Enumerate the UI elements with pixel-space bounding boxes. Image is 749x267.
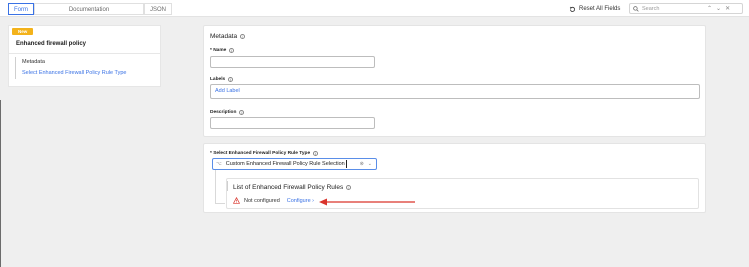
search-next-icon[interactable]: ⌄ xyxy=(716,5,721,12)
name-label-text: * Name xyxy=(210,48,227,53)
text-cursor xyxy=(345,160,347,168)
tree-connector xyxy=(215,170,216,204)
warning-icon xyxy=(233,197,240,204)
chevron-down-icon[interactable]: ⌄ xyxy=(368,161,372,167)
policy-title: Enhanced firewall policy xyxy=(16,41,87,47)
search-box: ⌃ ⌄ ✕ xyxy=(629,3,743,14)
rule-type-select[interactable]: ⌥ Custom Enhanced Firewall Policy Rule S… xyxy=(212,158,377,170)
configure-text: Configure xyxy=(286,197,311,204)
info-icon[interactable]: i xyxy=(228,77,234,82)
chevron-right-icon: › xyxy=(312,197,315,204)
configure-link[interactable]: Configure › xyxy=(287,198,314,204)
search-nav: ⌃ ⌄ ✕ xyxy=(707,5,730,12)
rule-type-selected: Custom Enhanced Firewall Policy Rule Sel… xyxy=(225,161,345,167)
reset-icon xyxy=(569,6,575,12)
sidebar-item-rule-type[interactable]: Select Enhanced Firewall Policy Rule Typ… xyxy=(22,68,126,79)
top-toolbar: Form Documentation JSON Reset All Fields… xyxy=(0,0,749,17)
name-field xyxy=(210,56,375,74)
metadata-title: Metadata i xyxy=(210,33,246,40)
add-label-field[interactable]: Add Label xyxy=(210,84,700,99)
sidebar-item-metadata[interactable]: Metadata xyxy=(22,57,126,68)
rule-type-label: * Select Enhanced Firewall Policy Rule T… xyxy=(210,151,319,156)
select-controls: ⊗ ⌄ xyxy=(360,161,376,167)
labels-label-text: Labels xyxy=(210,77,226,82)
annotation-arrow xyxy=(319,198,415,206)
rules-list-title-text: List of Enhanced Firewall Policy Rules xyxy=(233,184,344,191)
rules-list-title: List of Enhanced Firewall Policy Rules i xyxy=(233,184,352,191)
tab-form[interactable]: Form xyxy=(8,3,34,15)
info-icon[interactable]: i xyxy=(240,34,246,39)
search-close-icon[interactable]: ✕ xyxy=(725,5,730,12)
clear-icon[interactable]: ⊗ xyxy=(360,161,364,167)
info-icon[interactable]: i xyxy=(229,48,235,53)
search-input[interactable] xyxy=(642,5,702,12)
reset-all-fields-button[interactable]: Reset All Fields xyxy=(569,3,620,15)
config-status: Not configured Configure › xyxy=(233,197,314,204)
rules-list-card: List of Enhanced Firewall Policy Rules i… xyxy=(226,178,699,209)
rule-type-label-text: * Select Enhanced Firewall Policy Rule T… xyxy=(210,151,311,156)
info-icon[interactable]: i xyxy=(239,110,245,115)
metadata-panel: Metadata i * Name i Labels i Add Label D… xyxy=(203,25,706,137)
tab-json[interactable]: JSON xyxy=(144,3,173,15)
name-label: * Name i xyxy=(210,48,235,53)
view-tabs: Form Documentation JSON xyxy=(8,3,173,15)
info-icon[interactable]: i xyxy=(313,151,319,156)
description-label: Description i xyxy=(210,110,245,115)
rule-type-panel: * Select Enhanced Firewall Policy Rule T… xyxy=(203,143,706,213)
labels-label: Labels i xyxy=(210,77,234,82)
description-field xyxy=(210,117,375,135)
sidebar: New Enhanced firewall policy Metadata Se… xyxy=(8,25,161,87)
sidebar-divider xyxy=(9,53,160,54)
sidebar-nav: Metadata Select Enhanced Firewall Policy… xyxy=(15,57,126,79)
info-icon[interactable]: i xyxy=(346,185,352,190)
tab-documentation[interactable]: Documentation xyxy=(34,3,144,15)
tree-connector-branch xyxy=(215,203,225,204)
new-badge: New xyxy=(12,28,34,35)
description-label-text: Description xyxy=(210,110,237,115)
reset-label: Reset All Fields xyxy=(579,6,621,12)
description-input[interactable] xyxy=(211,125,374,135)
status-text: Not configured xyxy=(244,197,280,204)
name-input[interactable] xyxy=(211,64,374,74)
window-edge xyxy=(0,100,1,267)
branch-icon: ⌥ xyxy=(216,161,222,167)
metadata-title-text: Metadata xyxy=(210,33,238,40)
search-prev-icon[interactable]: ⌃ xyxy=(707,5,712,12)
search-icon xyxy=(633,5,639,12)
card-accent-bar xyxy=(227,181,228,191)
